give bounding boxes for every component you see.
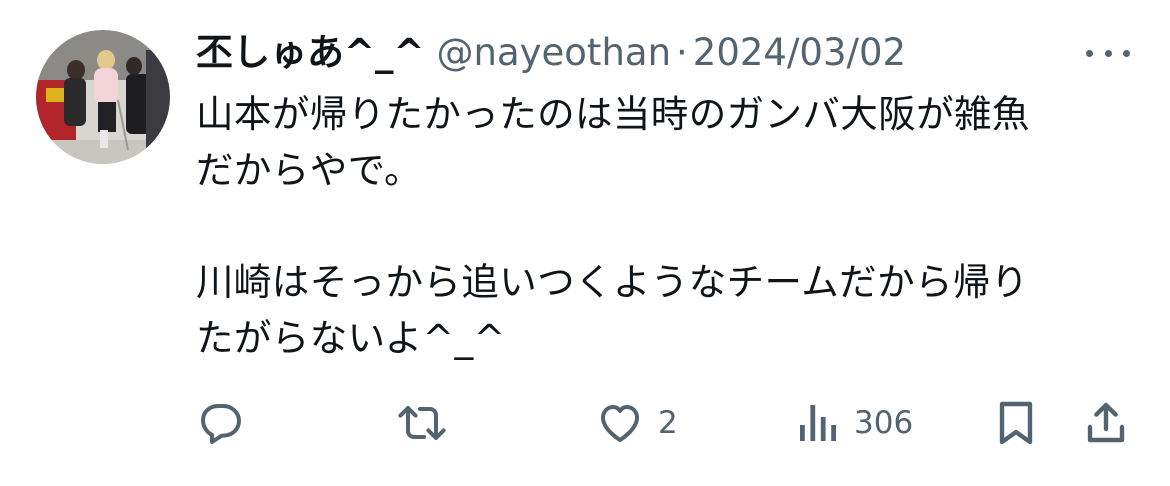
more-options-icon[interactable] (1086, 40, 1130, 66)
tweet-text-line: 山本が帰りたかったのは当時のガンバ大阪が雑魚 (196, 92, 1030, 136)
tweet-text-line: たがらないよ^_^ (196, 316, 506, 360)
like-button[interactable]: 2 (596, 396, 678, 450)
views-button[interactable]: 306 (796, 396, 913, 450)
tweet-text: 山本が帰りたかったのは当時のガンバ大阪が雑魚 だからやで。 川崎はそっから追いつ… (196, 86, 1136, 366)
retweet-icon (398, 406, 446, 440)
reply-icon (201, 404, 241, 444)
user-handle[interactable]: @nayeothan (437, 28, 672, 78)
tweet-date[interactable]: 2024/03/02 (693, 28, 906, 78)
more-dot (1104, 49, 1112, 57)
tweet-text-line (196, 198, 1136, 254)
more-dot (1086, 49, 1093, 57)
heart-icon (601, 405, 639, 442)
bookmark-icon (999, 401, 1033, 445)
views-icon (800, 405, 836, 441)
avatar-photo (36, 30, 170, 164)
avatar[interactable] (36, 30, 170, 164)
share-button[interactable] (1084, 396, 1128, 450)
more-dot (1123, 49, 1130, 57)
tweet-header: 丕しゅあ^_^ @nayeothan · 2024/03/02 (196, 28, 906, 78)
display-name[interactable]: 丕しゅあ^_^ (196, 28, 425, 78)
tweet[interactable]: 丕しゅあ^_^ @nayeothan · 2024/03/02 山本が帰りたかっ… (0, 0, 1170, 486)
like-count: 2 (658, 405, 678, 441)
views-count: 306 (854, 405, 914, 441)
action-bar: 2 306 (0, 396, 1170, 450)
separator-dot: · (676, 31, 688, 74)
reply-button[interactable] (196, 396, 244, 450)
bookmark-button[interactable] (996, 396, 1036, 450)
retweet-button[interactable] (396, 396, 448, 450)
share-icon (1087, 402, 1125, 443)
tweet-text-line: 川崎はそっから追いつくようなチームだから帰り (196, 260, 1029, 304)
tweet-text-line: だからやで。 (196, 148, 422, 192)
